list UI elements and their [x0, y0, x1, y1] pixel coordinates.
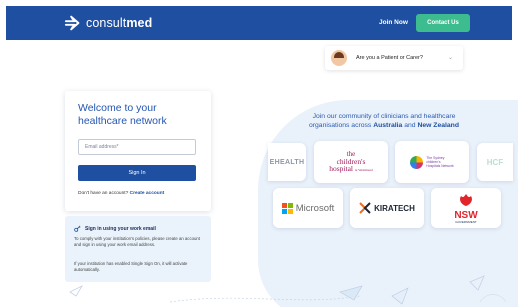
key-icon — [74, 225, 81, 232]
patient-carer-label: Are you a Patient or Carer? — [356, 55, 423, 61]
community-tagline: Join our community of clinicians and hea… — [296, 112, 472, 130]
community-line2-prefix: organisations across — [308, 122, 374, 129]
email-field[interactable]: Email address* — [78, 139, 196, 155]
person-avatar-icon — [331, 50, 347, 66]
community-line1: Join our community of clinicians and hea… — [312, 113, 456, 120]
partner-card-sydney-childrens: The Sydney children's Hospitals Network — [395, 141, 469, 183]
work-email-title-row: Sign in using your work email — [74, 225, 156, 232]
country-australia: Australia — [373, 122, 403, 129]
childrens-logo-line3: hospital at Westmead — [329, 163, 373, 174]
create-account-link[interactable]: Create account — [130, 191, 165, 196]
chevron-down-icon: ⌄ — [447, 55, 453, 61]
partner-card-microsoft: Microsoft — [273, 188, 343, 228]
partner-card-ehealth: EHEALTH — [268, 143, 306, 181]
work-email-title: Sign in using your work email — [85, 225, 156, 232]
partner-card-childrens-hospital: the children's hospital at Westmead — [314, 141, 388, 183]
logo-text: consultmed — [86, 16, 152, 30]
partner-card-kiratech: KIRATECH — [350, 188, 424, 228]
microsoft-logo: Microsoft — [281, 202, 335, 214]
logo-text-part1: consult — [86, 16, 127, 30]
arrow-logo-icon — [64, 15, 80, 31]
logo-text-part2: med — [126, 16, 153, 30]
community-line2: organisations across Australia and New Z… — [296, 121, 472, 130]
childrens-logo-westmead: at Westmead — [354, 167, 373, 172]
nsw-wordmark: NSW — [454, 209, 478, 221]
partner-card-nsw: NSW GOVERNMENT — [431, 188, 501, 228]
kiratech-wordmark: KIRATECH — [374, 203, 415, 213]
consultmed-logo[interactable]: consultmed — [64, 14, 152, 32]
flower-logo-icon — [410, 155, 424, 169]
decorative-paper-planes — [69, 275, 507, 305]
hcf-logo: HCF — [486, 157, 504, 167]
patient-carer-selector[interactable]: Are you a Patient or Carer? ⌄ — [325, 46, 463, 70]
microsoft-wordmark: Microsoft — [295, 202, 335, 214]
login-title-line1: Welcome to your — [78, 102, 157, 114]
join-now-link[interactable]: Join Now — [379, 19, 408, 26]
sign-in-button[interactable]: Sign In — [78, 165, 196, 181]
childrens-logo-hospital: hospital — [329, 163, 354, 173]
top-nav-bar: consultmed Join Now Contact Us — [6, 6, 512, 40]
kiratech-k-icon — [359, 202, 371, 214]
ehealth-logo: EHEALTH — [269, 158, 305, 166]
community-and: and — [402, 122, 418, 129]
country-new-zealand: New Zealand — [417, 122, 459, 129]
waratah-flower-icon — [460, 193, 472, 206]
childrens-hospital-logo: the children's hospital at Westmead — [329, 150, 373, 174]
sydney-childrens-logo: The Sydney children's Hospitals Network — [410, 155, 454, 169]
work-email-policy-text: To comply with your institution's polici… — [74, 236, 200, 247]
login-title: Welcome to your healthcare network — [78, 102, 167, 128]
partner-card-hcf: HCF — [477, 143, 513, 181]
no-account-text: Don't have an account? — [78, 191, 129, 196]
kiratech-logo: KIRATECH — [359, 202, 415, 214]
nsw-government-text: GOVERNMENT — [455, 219, 477, 224]
nsw-government-logo: NSW GOVERNMENT — [454, 193, 478, 224]
login-card: Welcome to your healthcare network Email… — [65, 91, 211, 211]
sydney-logo-text: The Sydney children's Hospitals Network — [426, 156, 453, 168]
contact-us-button[interactable]: Contact Us — [416, 14, 470, 32]
login-title-line2: healthcare network — [78, 115, 167, 127]
sydney-logo-line3: Hospitals Network — [426, 164, 454, 168]
microsoft-grid-icon — [281, 202, 293, 214]
no-account-row: Don't have an account? Create account — [78, 191, 164, 196]
